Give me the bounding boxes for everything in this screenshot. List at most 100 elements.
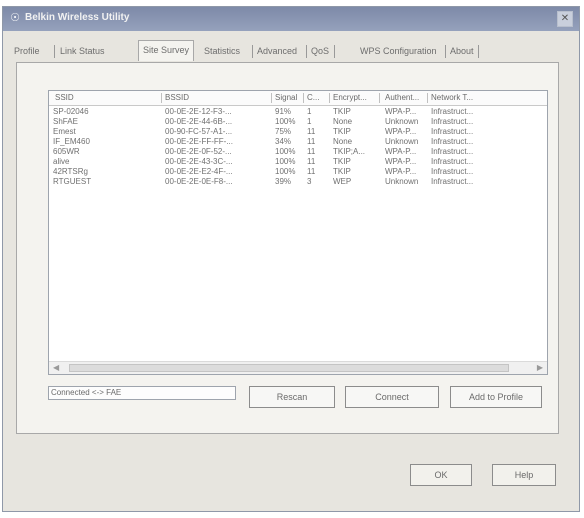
cell-channel: 11 [307, 167, 316, 176]
window-title: Belkin Wireless Utility [25, 12, 130, 23]
table-row[interactable]: alive 00-0E-2E-43-3C-... 100% 11 TKIP WPA-P..… [49, 157, 547, 167]
table-row[interactable]: 42RTSRg 00-0E-2E-E2-4F-... 100% 11 TKIP WPA-P… [49, 167, 547, 177]
cell-network-type: Infrastruct... [431, 177, 474, 186]
cell-signal: 100% [275, 147, 296, 156]
column-header-bssid[interactable]: BSSID [165, 93, 189, 102]
column-divider[interactable] [161, 93, 162, 103]
cell-bssid: 00-0E-2E-E2-4F-... [165, 167, 233, 176]
ok-button[interactable]: OK [410, 464, 472, 486]
cell-network-type: Infrastruct... [431, 117, 474, 126]
title-bar[interactable]: ☉ Belkin Wireless Utility ✕ [3, 7, 579, 31]
cell-encryption: TKIP [333, 127, 351, 136]
cell-signal: 91% [275, 107, 292, 116]
tab-site-survey[interactable]: Site Survey [138, 40, 195, 61]
cell-ssid: 605WR [53, 147, 80, 156]
cell-network-type: Infrastruct... [431, 137, 474, 146]
tab-separator [54, 45, 55, 58]
network-list[interactable]: SSID BSSID Signal C... Encrypt... Authen… [48, 90, 548, 375]
scroll-left-icon[interactable]: ◀ [53, 363, 59, 372]
tab-statistics[interactable]: Statistics [204, 44, 240, 60]
app-icon: ☉ [10, 12, 20, 24]
horizontal-scrollbar[interactable]: ◀ ▶ [49, 361, 547, 374]
cell-signal: 100% [275, 167, 296, 176]
cell-ssid: 42RTSRg [53, 167, 88, 176]
close-icon: ✕ [560, 13, 570, 24]
tab-about[interactable]: About [450, 44, 474, 60]
cell-encryption: TKIP;A... [333, 147, 366, 156]
column-divider[interactable] [379, 93, 380, 103]
close-button[interactable]: ✕ [557, 11, 573, 27]
cell-ssid: RTGUEST [53, 177, 92, 186]
table-row[interactable]: Emest 00-90-FC-57-A1-... 75% 11 TKIP WPA-P...… [49, 127, 547, 137]
cell-bssid: 00-0E-2E-44-6B-... [165, 117, 233, 126]
cell-channel: 1 [307, 117, 312, 126]
cell-encryption: None [333, 137, 353, 146]
tab-separator [478, 45, 479, 58]
cell-authentication: WPA-P... [385, 147, 417, 156]
cell-encryption: None [333, 117, 353, 126]
table-row[interactable]: RTGUEST 00-0E-2E-0E-F8-... 39% 3 WEP Unknown I… [49, 177, 547, 187]
column-divider[interactable] [427, 93, 428, 103]
cell-channel: 1 [307, 107, 312, 116]
cell-ssid: Emest [53, 127, 76, 136]
cell-authentication: Unknown [385, 177, 419, 186]
cell-signal: 100% [275, 117, 296, 126]
tab-qos[interactable]: QoS [311, 44, 329, 60]
tab-profile[interactable]: Profile [14, 44, 40, 60]
column-header-signal[interactable]: Signal [275, 93, 297, 102]
cell-channel: 3 [307, 177, 312, 186]
tab-separator [306, 45, 307, 58]
tab-separator [252, 45, 253, 58]
cell-authentication: WPA-P... [385, 157, 417, 166]
table-row[interactable]: SP-02046 00-0E-2E-12-F3-... 91% 1 TKIP WPA-P.… [49, 107, 547, 117]
cell-channel: 11 [307, 137, 316, 146]
connect-button[interactable]: Connect [345, 386, 439, 408]
table-row[interactable]: 605WR 00-0E-2E-0F-52-... 100% 11 TKIP;A... WP… [49, 147, 547, 157]
column-header-ssid[interactable]: SSID [55, 93, 74, 102]
cell-authentication: Unknown [385, 117, 419, 126]
column-divider[interactable] [303, 93, 304, 103]
tab-link-status[interactable]: Link Status [60, 44, 105, 60]
cell-authentication: WPA-P... [385, 127, 417, 136]
scroll-thumb[interactable] [69, 364, 509, 372]
cell-signal: 75% [275, 127, 292, 136]
column-header-encryption[interactable]: Encrypt... [333, 93, 367, 102]
column-divider[interactable] [271, 93, 272, 103]
column-header-authentication[interactable]: Authent... [385, 93, 419, 102]
cell-channel: 11 [307, 127, 316, 136]
column-header-channel[interactable]: C... [307, 93, 319, 102]
add-to-profile-button[interactable]: Add to Profile [450, 386, 542, 408]
cell-network-type: Infrastruct... [431, 167, 474, 176]
table-row[interactable]: IF_EM460 00-0E-2E-FF-FF-... 34% 11 None Unkno… [49, 137, 547, 147]
cell-ssid: ShFAE [53, 117, 78, 126]
cell-signal: 100% [275, 157, 296, 166]
cell-network-type: Infrastruct... [431, 107, 474, 116]
rescan-button[interactable]: Rescan [249, 386, 335, 408]
column-divider[interactable] [329, 93, 330, 103]
table-row[interactable]: ShFAE 00-0E-2E-44-6B-... 100% 1 None Unknown I… [49, 117, 547, 127]
cell-channel: 11 [307, 157, 316, 166]
cell-network-type: Infrastruct... [431, 147, 474, 156]
cell-network-type: Infrastruct... [431, 127, 474, 136]
cell-ssid: alive [53, 157, 70, 166]
cell-encryption: WEP [333, 177, 352, 186]
tab-advanced[interactable]: Advanced [257, 44, 297, 60]
cell-ssid: SP-02046 [53, 107, 89, 116]
cell-bssid: 00-90-FC-57-A1-... [165, 127, 233, 136]
cell-encryption: TKIP [333, 107, 351, 116]
scroll-right-icon[interactable]: ▶ [537, 363, 543, 372]
list-header: SSID BSSID Signal C... Encrypt... Authen… [49, 91, 547, 106]
cell-signal: 39% [275, 177, 292, 186]
cell-bssid: 00-0E-2E-0F-52-... [165, 147, 232, 156]
cell-ssid: IF_EM460 [53, 137, 90, 146]
cell-authentication: WPA-P... [385, 167, 417, 176]
connection-status-field: Connected <-> FAE [48, 386, 236, 400]
cell-authentication: Unknown [385, 137, 419, 146]
cell-signal: 34% [275, 137, 292, 146]
cell-encryption: TKIP [333, 157, 351, 166]
tab-separator [334, 45, 335, 58]
column-header-network-type[interactable]: Network T... [431, 93, 473, 102]
cell-encryption: TKIP [333, 167, 351, 176]
help-button[interactable]: Help [492, 464, 556, 486]
tab-wps-configuration[interactable]: WPS Configuration [360, 44, 437, 60]
